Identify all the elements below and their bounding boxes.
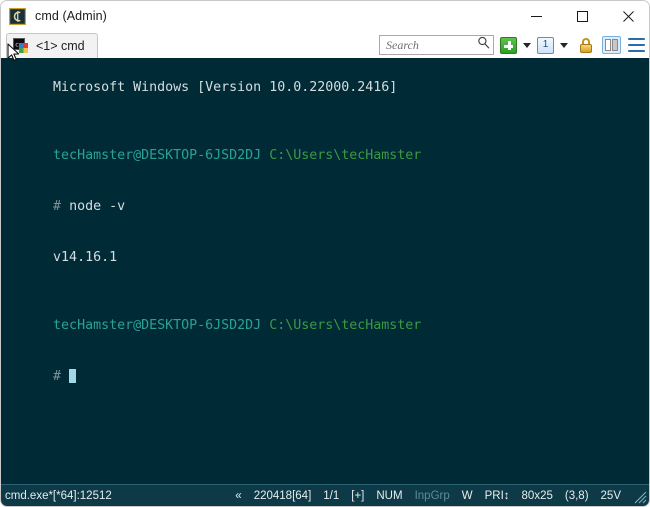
maximize-button[interactable]: [559, 1, 605, 31]
window-controls: [513, 1, 649, 31]
status-process: cmd.exe*[*64]:12512: [5, 489, 112, 502]
close-icon: [622, 10, 634, 22]
tab-label: <1> cmd: [36, 39, 85, 53]
prompt-user: tecHamster@DESKTOP-6JSD2DJ: [53, 318, 262, 333]
status-bar: cmd.exe*[*64]:12512 « 220418[64] 1/1 [+]…: [1, 484, 649, 506]
tab-bar: c: <1> cmd Search 1: [1, 31, 649, 59]
text-cursor: [69, 369, 77, 383]
split-pane-icon: [602, 36, 621, 54]
hamburger-menu-icon: [628, 38, 645, 52]
new-console-button[interactable]: [500, 35, 517, 55]
split-panes-button[interactable]: [598, 35, 625, 55]
command-text: node -v: [61, 199, 126, 214]
cmd-console-icon: c:: [13, 38, 29, 54]
title-bar[interactable]: cmd (Admin): [1, 1, 649, 31]
terminal-prompt-line: tecHamster@DESKTOP-6JSD2DJ C:\Users\tecH…: [5, 130, 649, 181]
terminal-prompt-line: tecHamster@DESKTOP-6JSD2DJ C:\Users\tecH…: [5, 300, 649, 351]
input-text: [61, 369, 69, 384]
new-console-dropdown-icon[interactable]: [523, 42, 531, 48]
terminal-active-prompt: #: [5, 351, 649, 402]
maximize-icon: [576, 10, 588, 22]
tab-cmd[interactable]: c: <1> cmd: [6, 33, 98, 58]
console-number-icon: 1: [537, 36, 554, 54]
active-console-dropdown-icon[interactable]: [560, 42, 568, 48]
terminal-line: v14.16.1: [5, 232, 649, 283]
status-build: 220418[64]: [253, 489, 312, 502]
prompt-user: tecHamster@DESKTOP-6JSD2DJ: [53, 148, 262, 163]
search-input[interactable]: [386, 37, 477, 53]
status-build-marker: «: [235, 489, 242, 502]
search-box[interactable]: [379, 35, 494, 55]
conemu-icon: [8, 7, 27, 25]
status-plus: [+]: [351, 489, 365, 502]
terminal-text: Microsoft Windows [Version 10.0.22000.24…: [53, 80, 398, 95]
lock-button[interactable]: [574, 35, 598, 55]
status-input-group: InpGrp: [414, 489, 450, 502]
status-cursor-position: (3,8): [564, 489, 589, 502]
status-scroll: 25V: [600, 489, 621, 502]
window-title: cmd (Admin): [35, 9, 107, 23]
close-button[interactable]: [605, 1, 649, 31]
status-console-size: 80x25: [521, 489, 553, 502]
terminal-line: Microsoft Windows [Version 10.0.22000.24…: [5, 62, 649, 113]
terminal-output[interactable]: Microsoft Windows [Version 10.0.22000.24…: [1, 58, 649, 486]
active-console-button[interactable]: 1: [537, 35, 554, 55]
prompt-path: C:\Users\tecHamster: [269, 318, 422, 333]
status-w-flag: W: [461, 489, 473, 502]
minimize-icon: [530, 15, 542, 17]
prompt-path: C:\Users\tecHamster: [269, 148, 422, 163]
prompt-hash: #: [53, 199, 62, 214]
green-plus-icon: [500, 36, 517, 54]
terminal-command-line: # node -v: [5, 181, 649, 232]
minimize-button[interactable]: [513, 1, 559, 31]
menu-button[interactable]: [625, 35, 647, 55]
tab-toolbar: 1: [379, 34, 647, 56]
status-pages: 1/1: [323, 489, 340, 502]
status-num-lock: NUM: [376, 489, 403, 502]
padlock-icon: [578, 37, 594, 54]
terminal-text: v14.16.1: [53, 250, 118, 265]
conemu-window: cmd (Admin) c: <1> cmd Search 1 Microsof…: [0, 0, 650, 507]
status-priority: PRI↕: [484, 489, 510, 502]
prompt-hash: #: [53, 369, 62, 384]
search-icon[interactable]: [477, 36, 490, 54]
resize-grip-icon[interactable]: [631, 488, 647, 504]
